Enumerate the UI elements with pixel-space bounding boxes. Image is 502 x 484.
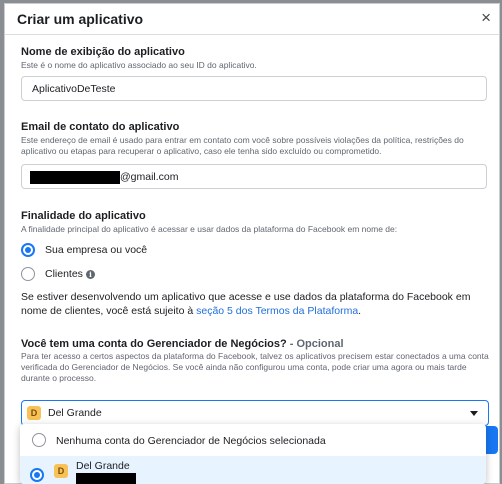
purpose-option-clients[interactable]: Clientes i: [21, 266, 221, 284]
redacted-email-user: [30, 171, 120, 184]
purpose-option-self[interactable]: Sua empresa ou você: [21, 242, 221, 260]
create-app-dialog: Criar um aplicativo × Nome de exibição d…: [4, 3, 500, 484]
purpose-label: Finalidade do aplicativo: [21, 210, 146, 222]
redacted-business-id: [76, 473, 136, 484]
business-manager-dropdown: Nenhuma conta do Gerenciador de Negócios…: [20, 424, 486, 484]
contact-email-description: Este endereço de email é usado para entr…: [21, 135, 464, 156]
contact-email-input[interactable]: @gmail.com: [21, 164, 487, 189]
radio-unselected-icon[interactable]: [32, 433, 46, 447]
dropdown-option-none-label: Nenhuma conta do Gerenciador de Negócios…: [56, 435, 326, 447]
dialog-header: Criar um aplicativo ×: [5, 4, 499, 35]
business-badge: D: [27, 406, 41, 420]
business-manager-label: Você tem uma conta do Gerenciador de Neg…: [21, 338, 344, 350]
radio-unselected-icon[interactable]: [21, 267, 35, 281]
contact-email-suffix: @gmail.com: [120, 171, 179, 183]
radio-selected-icon[interactable]: [30, 468, 44, 482]
caret-down-icon[interactable]: [470, 411, 478, 416]
dropdown-option-none[interactable]: Nenhuma conta do Gerenciador de Negócios…: [20, 424, 486, 456]
business-manager-select[interactable]: D Del Grande: [21, 400, 489, 426]
radio-selected-icon[interactable]: [21, 243, 35, 257]
purpose-option-clients-label: Clientes: [45, 268, 83, 280]
business-manager-title: Você tem uma conta do Gerenciador de Neg…: [21, 338, 287, 350]
purpose-option-clients-wrap: Clientes i: [45, 268, 95, 280]
display-name-value: AplicativoDeTeste: [32, 83, 116, 95]
business-badge: D: [54, 464, 68, 478]
dialog-title: Criar um aplicativo: [17, 11, 144, 27]
purpose-note-end: .: [358, 305, 362, 317]
info-icon[interactable]: i: [85, 269, 95, 279]
dropdown-option-del-grande[interactable]: D Del Grande: [20, 456, 486, 484]
purpose-option-self-label: Sua empresa ou você: [45, 244, 148, 256]
purpose-terms-note: Se estiver desenvolvendo um aplicativo q…: [21, 290, 493, 318]
close-icon[interactable]: ×: [481, 9, 491, 27]
dropdown-option-del-grande-label: Del Grande: [76, 460, 130, 472]
platform-terms-link[interactable]: seção 5 dos Termos da Plataforma: [196, 305, 358, 317]
business-select-value: Del Grande: [48, 407, 102, 419]
contact-email-label: Email de contato do aplicativo: [21, 121, 180, 133]
display-name-description: Este é o nome do aplicativo associado ao…: [21, 60, 257, 70]
display-name-label: Nome de exibição do aplicativo: [21, 46, 185, 58]
business-manager-description: Para ter acesso a certos aspectos da pla…: [21, 351, 489, 383]
display-name-input[interactable]: AplicativoDeTeste: [21, 76, 487, 101]
optional-label: - Opcional: [286, 338, 344, 350]
purpose-description: A finalidade principal do aplicativo é a…: [21, 224, 398, 234]
